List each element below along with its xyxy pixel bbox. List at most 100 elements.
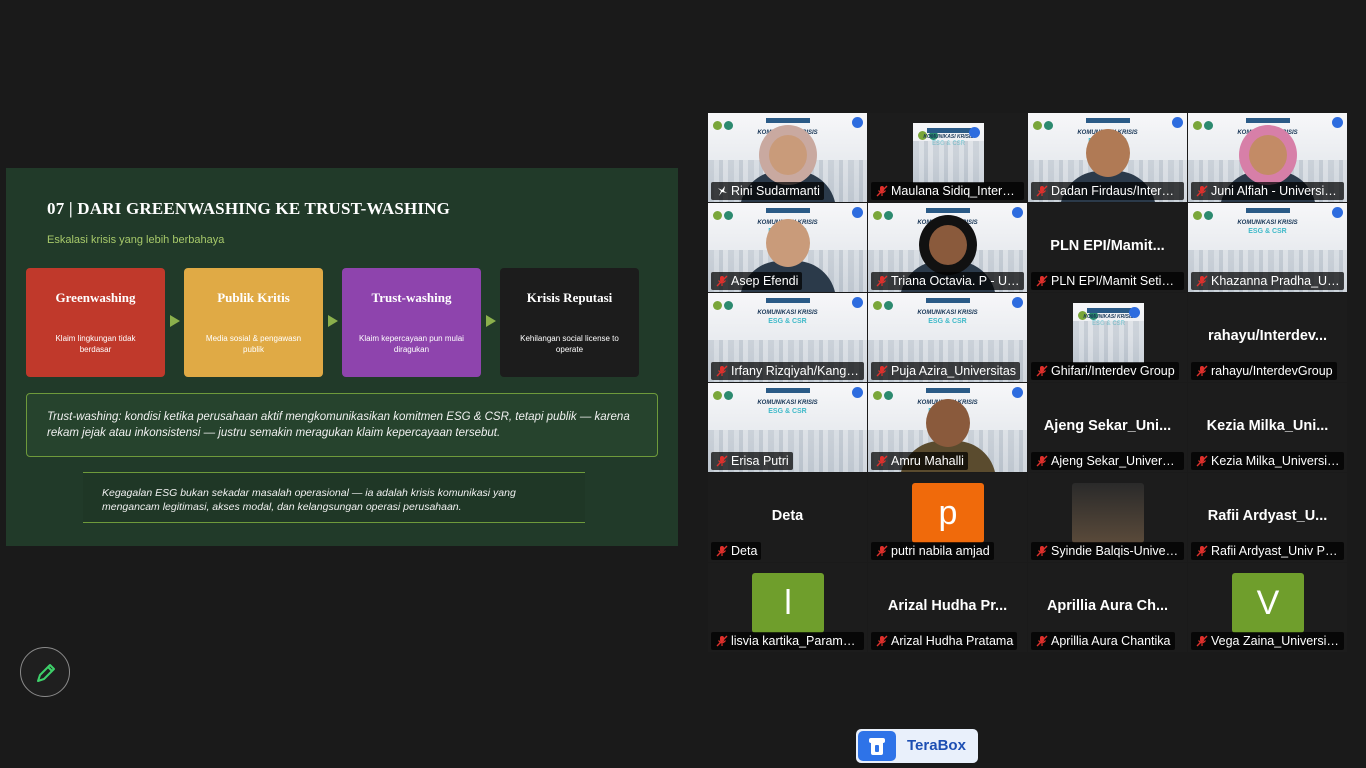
mic-muted-icon <box>1196 275 1208 287</box>
participant-display-name: rahayu/Interdev... <box>1208 328 1327 344</box>
mic-muted-icon <box>1196 365 1208 377</box>
participant-name: lisvia kartika_Paramadina <box>731 634 864 648</box>
participant-name-label: Erisa Putri <box>711 452 793 470</box>
participant-tile[interactable]: KOMUNIKASI KRISISESG & CSRMaulana Sidiq_… <box>868 113 1027 202</box>
participant-tile[interactable]: Rafii Ardyast_U... Rafii Ardyast_Univ Par… <box>1188 473 1347 562</box>
mic-muted-icon <box>716 635 728 647</box>
participant-display-name: Arizal Hudha Pr... <box>887 598 1008 614</box>
mic-muted-icon <box>716 365 728 377</box>
mic-muted-icon <box>1196 185 1208 197</box>
participant-name: Kezia Milka_Universitas <box>1211 454 1344 468</box>
participant-name: putri nabila amjad <box>891 544 990 558</box>
participant-tile[interactable]: KOMUNIKASI KRISISESG & CSRAsep Efendi <box>708 203 867 292</box>
participant-tile[interactable]: KOMUNIKASI KRISISESG & CSRDadan Firdaus/… <box>1028 113 1187 202</box>
stage-desc: Klaim kepercayaan pun mulai diragukan <box>359 334 464 354</box>
participant-name: Puja Azira_Universitas <box>891 364 1017 378</box>
participant-name: Deta <box>731 544 758 558</box>
shared-screen-slide: 07 | DARI GREENWASHING KE TRUST-WASHING … <box>6 168 678 546</box>
participant-name-label: Khazanna Pradha_Universitas <box>1191 272 1344 290</box>
mic-muted-icon <box>716 275 728 287</box>
participant-name: Triana Octavia. P - Universitas <box>891 274 1024 288</box>
terabox-badge[interactable]: TeraBox <box>856 729 978 763</box>
mic-muted-icon <box>1036 275 1048 287</box>
participant-name: Dadan Firdaus/Interdev Group <box>1051 184 1184 198</box>
mic-muted-icon <box>876 635 888 647</box>
participant-tile[interactable]: KOMUNIKASI KRISISESG & CSRRini Sudarmant… <box>708 113 867 202</box>
avatar: V <box>1232 573 1304 633</box>
participant-tile[interactable]: Deta Deta <box>708 473 867 562</box>
mic-muted-icon <box>1036 545 1048 557</box>
participant-name-label: putri nabila amjad <box>871 542 994 560</box>
participant-tile[interactable]: KOMUNIKASI KRISISESG & CSRGhifari/Interd… <box>1028 293 1187 382</box>
mic-muted-icon <box>876 275 888 287</box>
meeting-window: 07 | DARI GREENWASHING KE TRUST-WASHING … <box>0 0 1366 768</box>
participant-tile[interactable]: PLN EPI/Mamit... PLN EPI/Mamit Setiawan <box>1028 203 1187 292</box>
participant-tile[interactable]: Kezia Milka_Uni... Kezia Milka_Universita… <box>1188 383 1347 472</box>
participant-tile[interactable]: Arizal Hudha Pr... Arizal Hudha Pratama <box>868 563 1027 652</box>
participant-tile[interactable]: Aprillia Aura Ch... Aprillia Aura Chantik… <box>1028 563 1187 652</box>
participant-name-label: Juni Alfiah - Universitas <box>1191 182 1344 200</box>
note-box: Kegagalan ESG bukan sekadar masalah oper… <box>83 472 585 523</box>
participant-tile[interactable]: KOMUNIKASI KRISIS ESG & CSR Irfany Rizqiya… <box>708 293 867 382</box>
participant-name-label: Vega Zaina_Universitas <box>1191 632 1344 650</box>
participant-name: Maulana Sidiq_Interdev Group <box>891 184 1024 198</box>
stage-desc: Klaim lingkungan tidak berdasar <box>55 334 136 354</box>
participant-display-name: Aprillia Aura Ch... <box>1046 598 1169 614</box>
participant-display-name: Kezia Milka_Uni... <box>1206 418 1329 434</box>
arrow-icon <box>170 315 180 327</box>
participant-name-label: Asep Efendi <box>711 272 803 290</box>
mic-muted-icon <box>876 185 888 197</box>
participant-name-label: Rafii Ardyast_Univ Paramadina <box>1191 542 1344 560</box>
stage-title: Publik Kritis <box>217 290 290 305</box>
participant-display-name: Rafii Ardyast_U... <box>1207 508 1328 524</box>
participant-name: Amru Mahalli <box>891 454 964 468</box>
avatar: l <box>752 573 824 633</box>
participant-name: Ghifari/Interdev Group <box>1051 364 1175 378</box>
participant-tile[interactable]: KOMUNIKASI KRISIS ESG & CSR Erisa Putri <box>708 383 867 472</box>
stage-box-krisis-reputasi: Krisis Reputasi Kehilangan social licens… <box>500 268 639 377</box>
participant-tile[interactable]: KOMUNIKASI KRISISESG & CSRAmru Mahalli <box>868 383 1027 472</box>
participant-name-label: Deta <box>711 542 762 560</box>
stage-desc: Kehilangan social license to operate <box>520 334 619 354</box>
participant-tile[interactable]: Ajeng Sekar_Uni... Ajeng Sekar_Universita… <box>1028 383 1187 472</box>
participant-name-label: Aprillia Aura Chantika <box>1031 632 1175 650</box>
avatar: p <box>912 483 984 543</box>
mic-muted-icon <box>1196 635 1208 647</box>
participant-tile[interactable]: p putri nabila amjad <box>868 473 1027 562</box>
participant-name: Erisa Putri <box>731 454 789 468</box>
stage-title: Trust-washing <box>371 290 452 305</box>
participant-name-label: Rini Sudarmanti <box>711 182 824 200</box>
definition-box: Trust-washing: kondisi ketika perusahaan… <box>26 393 658 457</box>
participant-name: Arizal Hudha Pratama <box>891 634 1014 648</box>
shared-slide-thumbnail: KOMUNIKASI KRISISESG & CSR <box>1073 303 1144 363</box>
mic-muted-icon <box>1036 365 1048 377</box>
participant-name: Ajeng Sekar_Universitas <box>1051 454 1184 468</box>
participant-tile[interactable]: l lisvia kartika_Paramadina <box>708 563 867 652</box>
participant-tile[interactable]: KOMUNIKASI KRISIS ESG & CSR Khazanna Pradh… <box>1188 203 1347 292</box>
participant-name-label: Ghifari/Interdev Group <box>1031 362 1179 380</box>
participant-name-label: Amru Mahalli <box>871 452 968 470</box>
stage-title: Krisis Reputasi <box>526 290 613 305</box>
participant-tile[interactable]: V Vega Zaina_Universitas <box>1188 563 1347 652</box>
annotate-button[interactable] <box>20 647 70 697</box>
participant-name: rahayu/InterdevGroup <box>1211 364 1333 378</box>
stage-box-trust-washing: Trust-washing Klaim kepercayaan pun mula… <box>342 268 481 377</box>
mic-muted-icon <box>1196 455 1208 467</box>
participant-tile[interactable]: KOMUNIKASI KRISISESG & CSRTriana Octavia… <box>868 203 1027 292</box>
participant-tile[interactable]: KOMUNIKASI KRISIS ESG & CSR Puja Azira_Uni… <box>868 293 1027 382</box>
slide-title: 07 | DARI GREENWASHING KE TRUST-WASHING <box>47 199 451 218</box>
participant-name: Khazanna Pradha_Universitas <box>1211 274 1344 288</box>
participant-display-name: PLN EPI/Mamit... <box>1050 238 1165 254</box>
mic-muted-icon <box>876 545 888 557</box>
participant-tile[interactable]: rahayu/Interdev... rahayu/InterdevGroup <box>1188 293 1347 382</box>
participant-name-label: Kezia Milka_Universitas <box>1191 452 1344 470</box>
participant-name: PLN EPI/Mamit Setiawan <box>1051 274 1184 288</box>
participant-name: Aprillia Aura Chantika <box>1051 634 1171 648</box>
mic-muted-icon <box>876 455 888 467</box>
mic-muted-icon <box>1196 545 1208 557</box>
stage-box-publik-kritis: Publik Kritis Media sosial & pengawasn p… <box>184 268 323 377</box>
terabox-icon <box>858 731 896 761</box>
participant-tile[interactable]: Syindie Balqis-Universitas <box>1028 473 1187 562</box>
participant-tile[interactable]: KOMUNIKASI KRISISESG & CSRJuni Alfiah - … <box>1188 113 1347 202</box>
participant-name-label: lisvia kartika_Paramadina <box>711 632 864 650</box>
